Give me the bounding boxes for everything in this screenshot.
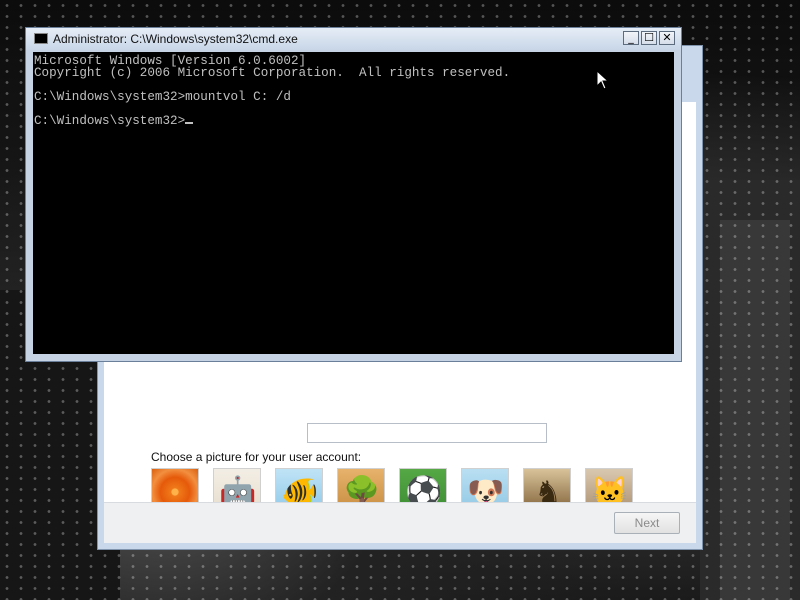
- next-button[interactable]: Next: [614, 512, 680, 534]
- computer-name-field[interactable]: [307, 423, 547, 443]
- maximize-button[interactable]: ☐: [641, 31, 657, 45]
- console-output: Microsoft Windows [Version 6.0.6002] Cop…: [33, 52, 674, 128]
- cmd-icon: [34, 33, 48, 44]
- window-controls: _ ☐ ✕: [621, 31, 675, 45]
- console-area[interactable]: Microsoft Windows [Version 6.0.6002] Cop…: [33, 52, 674, 354]
- console-prompt: C:\Windows\system32>: [34, 114, 186, 128]
- text-cursor: [185, 122, 194, 124]
- console-line: C:\Windows\system32>mountvol C: /d: [34, 90, 291, 104]
- cmd-titlebar[interactable]: Administrator: C:\Windows\system32\cmd.e…: [26, 28, 681, 50]
- window-title: Administrator: C:\Windows\system32\cmd.e…: [53, 32, 298, 46]
- cmd-window[interactable]: Administrator: C:\Windows\system32\cmd.e…: [25, 27, 682, 362]
- console-line: Copyright (c) 2006 Microsoft Corporation…: [34, 66, 511, 80]
- choose-picture-label: Choose a picture for your user account:: [151, 450, 362, 464]
- setup-footer: Next: [104, 502, 696, 543]
- close-button[interactable]: ✕: [659, 31, 675, 45]
- minimize-button[interactable]: _: [623, 31, 639, 45]
- mouse-pointer-icon: [596, 70, 610, 90]
